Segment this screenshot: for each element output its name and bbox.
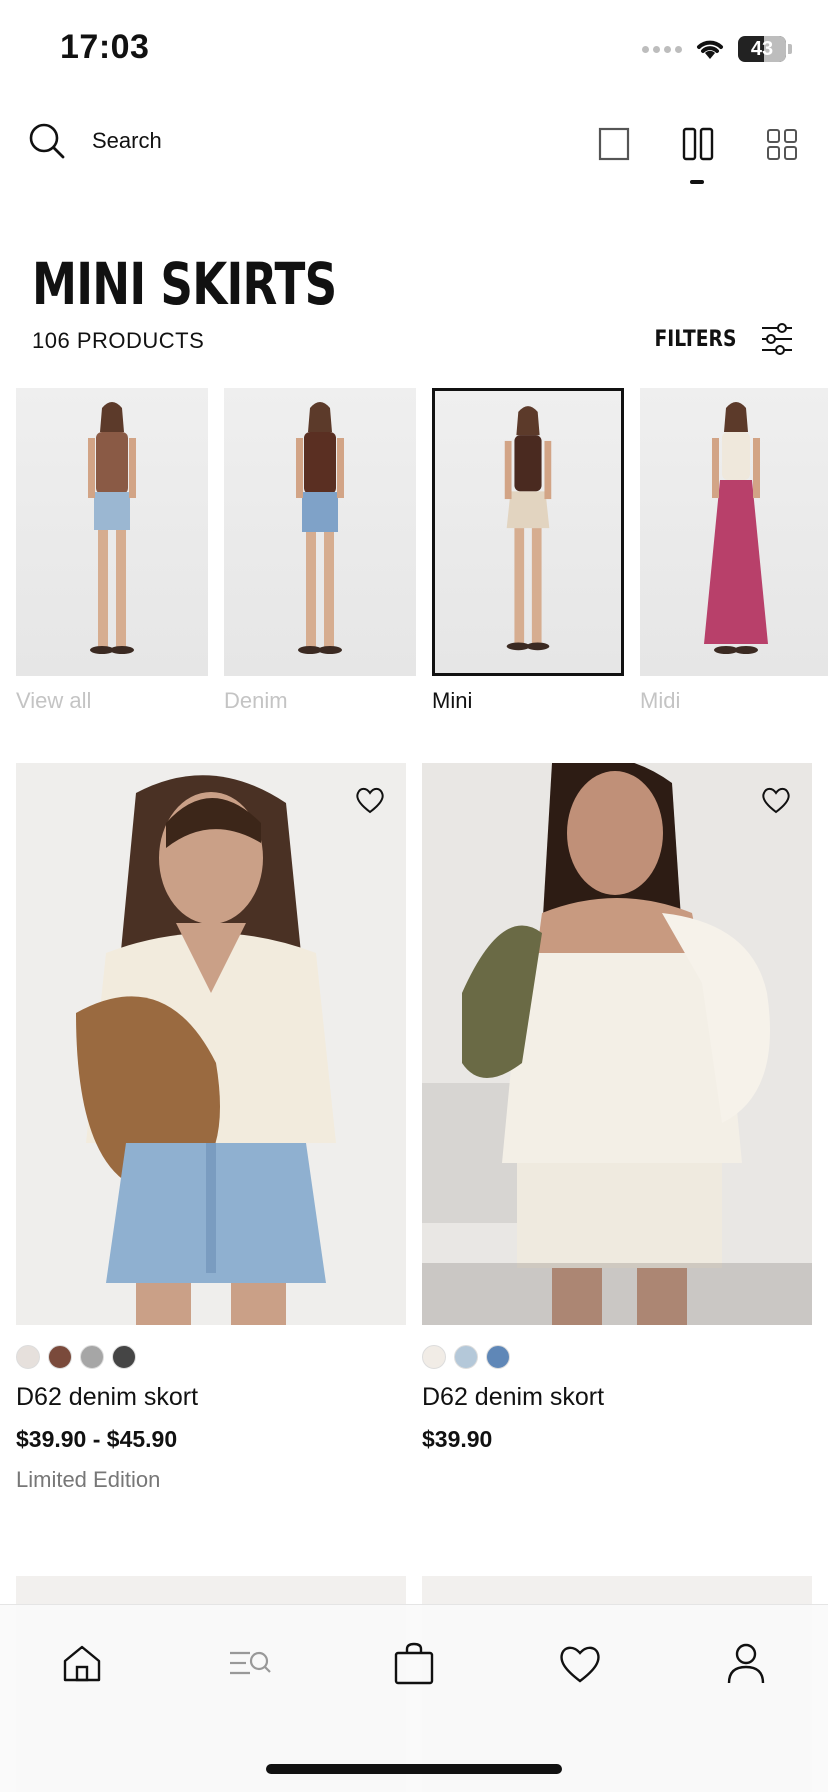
product-card[interactable]: D62 denim skort $39.90 [422, 763, 812, 1453]
view-mode-toggles [598, 126, 798, 184]
color-swatch[interactable] [454, 1345, 478, 1369]
two-column-view-button[interactable] [682, 126, 714, 184]
status-bar: 17:03 43 [0, 0, 828, 100]
grid-view-button[interactable] [766, 126, 798, 162]
category-label: Mini [432, 688, 473, 713]
search-menu-icon [230, 1651, 271, 1675]
product-count: 106 PRODUCTS [32, 328, 205, 353]
color-swatch[interactable] [80, 1345, 104, 1369]
status-time: 17:03 [60, 28, 150, 66]
product-note: Limited Edition [16, 1467, 161, 1492]
bag-icon [394, 1642, 434, 1685]
wishlist-heart-icon[interactable] [354, 785, 386, 815]
color-swatches [422, 1345, 812, 1369]
product-image[interactable] [16, 763, 406, 1325]
category-view-all[interactable]: View all [16, 388, 208, 714]
nav-wishlist[interactable] [558, 1641, 602, 1685]
wishlist-icon [560, 1646, 600, 1683]
nav-bag[interactable] [392, 1641, 436, 1685]
wishlist-heart-icon[interactable] [760, 785, 792, 815]
category-label: Denim [224, 688, 288, 713]
search-label: Search [92, 128, 162, 153]
category-image [16, 388, 208, 676]
product-image[interactable] [422, 763, 812, 1325]
nav-home[interactable] [60, 1641, 104, 1685]
account-icon [727, 1643, 765, 1684]
product-name[interactable]: D62 denim skort [422, 1383, 812, 1412]
two-column-view-icon [682, 127, 714, 161]
category-image [432, 388, 624, 676]
product-name[interactable]: D62 denim skort [16, 1383, 406, 1412]
product-price: $39.90 - $45.90 [16, 1426, 178, 1452]
battery-cap [788, 44, 792, 54]
color-swatches [16, 1345, 406, 1369]
category-label: Midi [640, 688, 681, 713]
filter-sliders-icon [762, 323, 792, 355]
grid-view-icon [767, 129, 797, 160]
color-swatch[interactable] [112, 1345, 136, 1369]
color-swatch[interactable] [48, 1345, 72, 1369]
search-icon [29, 123, 65, 159]
category-carousel[interactable]: View all Denim Mini Midi [16, 388, 828, 718]
page-title: MINI SKIRTS [32, 250, 337, 318]
nav-search[interactable] [228, 1641, 272, 1685]
search-button[interactable]: Search [28, 122, 162, 160]
filters-button[interactable]: FILTERS [640, 322, 794, 356]
filters-label: FILTERS [654, 326, 736, 352]
product-card[interactable]: D62 denim skort $39.90 - $45.90 Limited … [16, 763, 406, 1493]
category-label: View all [16, 688, 92, 713]
category-image [640, 388, 828, 676]
category-denim[interactable]: Denim [224, 388, 416, 714]
category-mini[interactable]: Mini [432, 388, 624, 714]
nav-account[interactable] [724, 1641, 768, 1685]
category-image [224, 388, 416, 676]
signal-icon [642, 45, 682, 53]
color-swatch[interactable] [16, 1345, 40, 1369]
color-swatch[interactable] [422, 1345, 446, 1369]
single-view-button[interactable] [598, 126, 630, 162]
status-indicators: 43 [642, 36, 792, 62]
product-price: $39.90 [422, 1426, 493, 1452]
wifi-icon [697, 40, 723, 59]
battery-level: 43 [750, 37, 774, 60]
home-icon [63, 1645, 101, 1682]
top-bar: Search [0, 110, 828, 184]
battery-icon: 43 [738, 36, 786, 62]
home-indicator[interactable] [266, 1764, 562, 1774]
color-swatch[interactable] [486, 1345, 510, 1369]
single-view-icon [598, 127, 630, 161]
category-midi[interactable]: Midi [640, 388, 828, 714]
